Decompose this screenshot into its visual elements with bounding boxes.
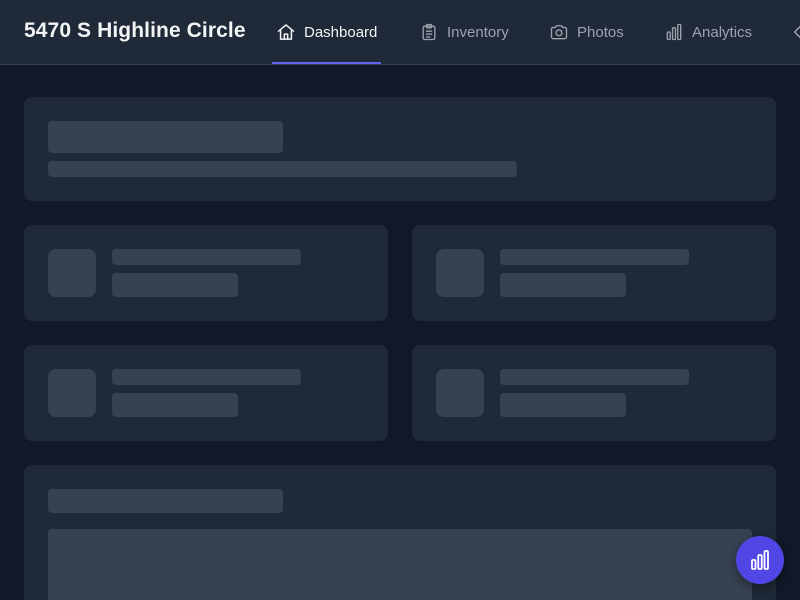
tab-dashboard-label: Dashboard xyxy=(304,23,378,41)
tab-inventory-label: Inventory xyxy=(447,23,509,41)
stat-icon-placeholder xyxy=(436,369,484,417)
stat-label-placeholder xyxy=(500,249,689,265)
stat-label-placeholder xyxy=(500,369,689,385)
title-placeholder xyxy=(48,121,283,153)
stat-value-placeholder xyxy=(112,393,238,417)
stat-label-placeholder xyxy=(112,249,301,265)
stat-label-placeholder xyxy=(112,369,301,385)
stat-icon-placeholder xyxy=(48,249,96,297)
chart-area-placeholder xyxy=(48,529,752,600)
stat-value-placeholder xyxy=(500,393,626,417)
camera-icon xyxy=(549,22,569,42)
stat-card-skeleton xyxy=(412,345,776,441)
app-title: 5470 S Highline Circle xyxy=(24,19,246,42)
chevron-left-icon[interactable] xyxy=(788,22,800,42)
top-navigation-bar: 5470 S Highline Circle Dashboard Invento… xyxy=(0,0,800,65)
chart-title-placeholder xyxy=(48,489,283,513)
tab-photos-label: Photos xyxy=(577,23,624,41)
tab-analytics[interactable]: Analytics xyxy=(660,0,756,64)
home-icon xyxy=(276,22,296,42)
stat-card-skeleton xyxy=(24,345,388,441)
tab-photos[interactable]: Photos xyxy=(545,0,628,64)
clipboard-list-icon xyxy=(419,22,439,42)
chart-card-skeleton xyxy=(24,465,776,600)
tab-dashboard[interactable]: Dashboard xyxy=(272,0,381,64)
analytics-fab-button[interactable] xyxy=(736,536,784,584)
tab-analytics-label: Analytics xyxy=(692,23,753,41)
stat-icon-placeholder xyxy=(48,369,96,417)
stat-icon-placeholder xyxy=(436,249,484,297)
stat-value-placeholder xyxy=(500,273,626,297)
bar-chart-icon xyxy=(664,22,684,42)
stat-card-skeleton xyxy=(412,225,776,321)
summary-card-skeleton xyxy=(24,97,776,201)
stat-value-placeholder xyxy=(112,273,238,297)
tab-inventory[interactable]: Inventory xyxy=(415,0,513,64)
subtitle-placeholder xyxy=(48,161,517,177)
stat-card-skeleton xyxy=(24,225,388,321)
bar-chart-icon xyxy=(748,548,772,572)
